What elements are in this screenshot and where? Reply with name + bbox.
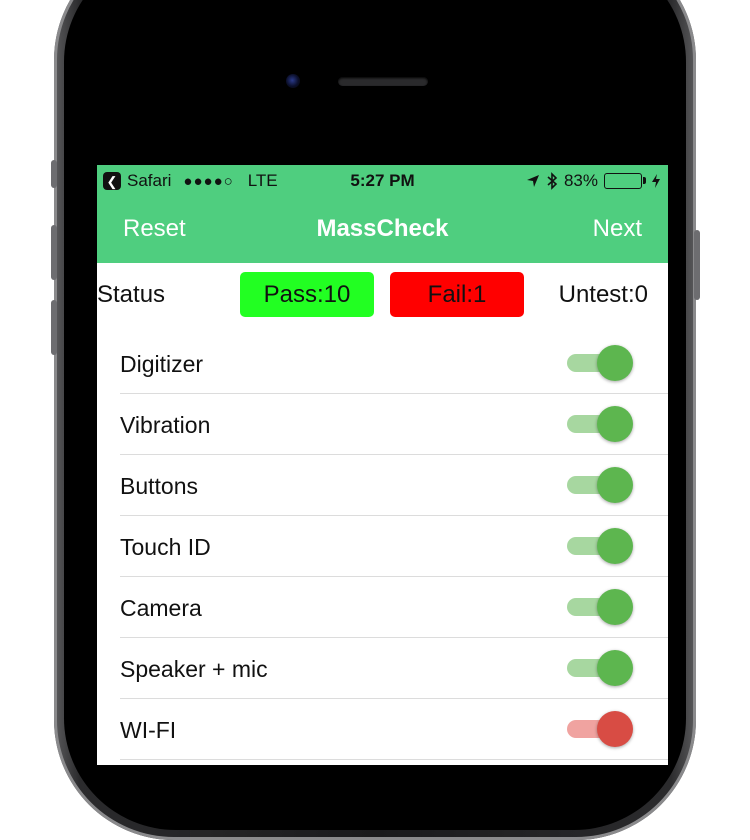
test-label: Digitizer	[120, 351, 204, 377]
test-row: Touch ID	[120, 516, 668, 577]
test-toggle[interactable]	[565, 650, 633, 686]
toggle-knob	[597, 711, 633, 747]
test-toggle[interactable]	[565, 345, 633, 381]
toggle-knob	[597, 650, 633, 686]
test-label: Buttons	[120, 473, 198, 499]
test-row: Camera	[120, 577, 668, 638]
status-bar-right: 83%	[526, 171, 660, 191]
status-summary: Status Pass:10 Fail:1 Untest:0	[97, 263, 668, 325]
status-label: Status	[97, 281, 166, 308]
toggle-knob	[597, 406, 633, 442]
battery-icon	[604, 173, 646, 189]
nav-bar: Reset MassCheck Next	[97, 197, 668, 263]
test-row: Vibration	[120, 394, 668, 455]
front-camera	[286, 74, 300, 88]
power-button	[694, 230, 700, 300]
test-label: Camera	[120, 595, 202, 621]
pass-count-badge: Pass:10	[240, 272, 374, 317]
next-button[interactable]: Next	[593, 215, 642, 243]
test-label: Speaker + mic	[120, 656, 268, 682]
test-row: Digitizer	[120, 333, 668, 394]
toggle-knob	[597, 528, 633, 564]
earpiece-speaker	[338, 77, 428, 86]
toggle-knob	[597, 589, 633, 625]
page-title: MassCheck	[316, 215, 449, 242]
test-toggle[interactable]	[565, 528, 633, 564]
screen: ❮ Safari ●●●●○ LTE 5:27 PM 83% Reset Mas…	[97, 165, 668, 765]
test-row: WI-FI	[120, 699, 668, 760]
test-label: Vibration	[120, 412, 211, 438]
bluetooth-icon	[547, 172, 558, 190]
test-toggle[interactable]	[565, 467, 633, 503]
test-label: WI-FI	[120, 717, 177, 743]
test-toggle[interactable]	[565, 406, 633, 442]
status-bar: ❮ Safari ●●●●○ LTE 5:27 PM 83%	[97, 165, 668, 197]
toggle-knob	[597, 345, 633, 381]
test-row: Speaker + mic	[120, 638, 668, 699]
location-arrow-icon	[526, 175, 539, 187]
test-toggle[interactable]	[565, 589, 633, 625]
volume-up-button	[51, 225, 57, 280]
volume-down-button	[51, 300, 57, 355]
fail-count-badge: Fail:1	[390, 272, 524, 317]
toggle-knob	[597, 467, 633, 503]
test-list: Digitizer Vibration Buttons Touch ID Camera S…	[97, 333, 668, 760]
test-toggle[interactable]	[565, 711, 633, 747]
test-label: Touch ID	[120, 534, 211, 560]
battery-percent: 83%	[563, 171, 598, 190]
charging-bolt-icon	[652, 174, 660, 188]
test-row: Buttons	[120, 455, 668, 516]
mute-switch	[51, 160, 57, 188]
untest-count: Untest:0	[558, 281, 648, 308]
